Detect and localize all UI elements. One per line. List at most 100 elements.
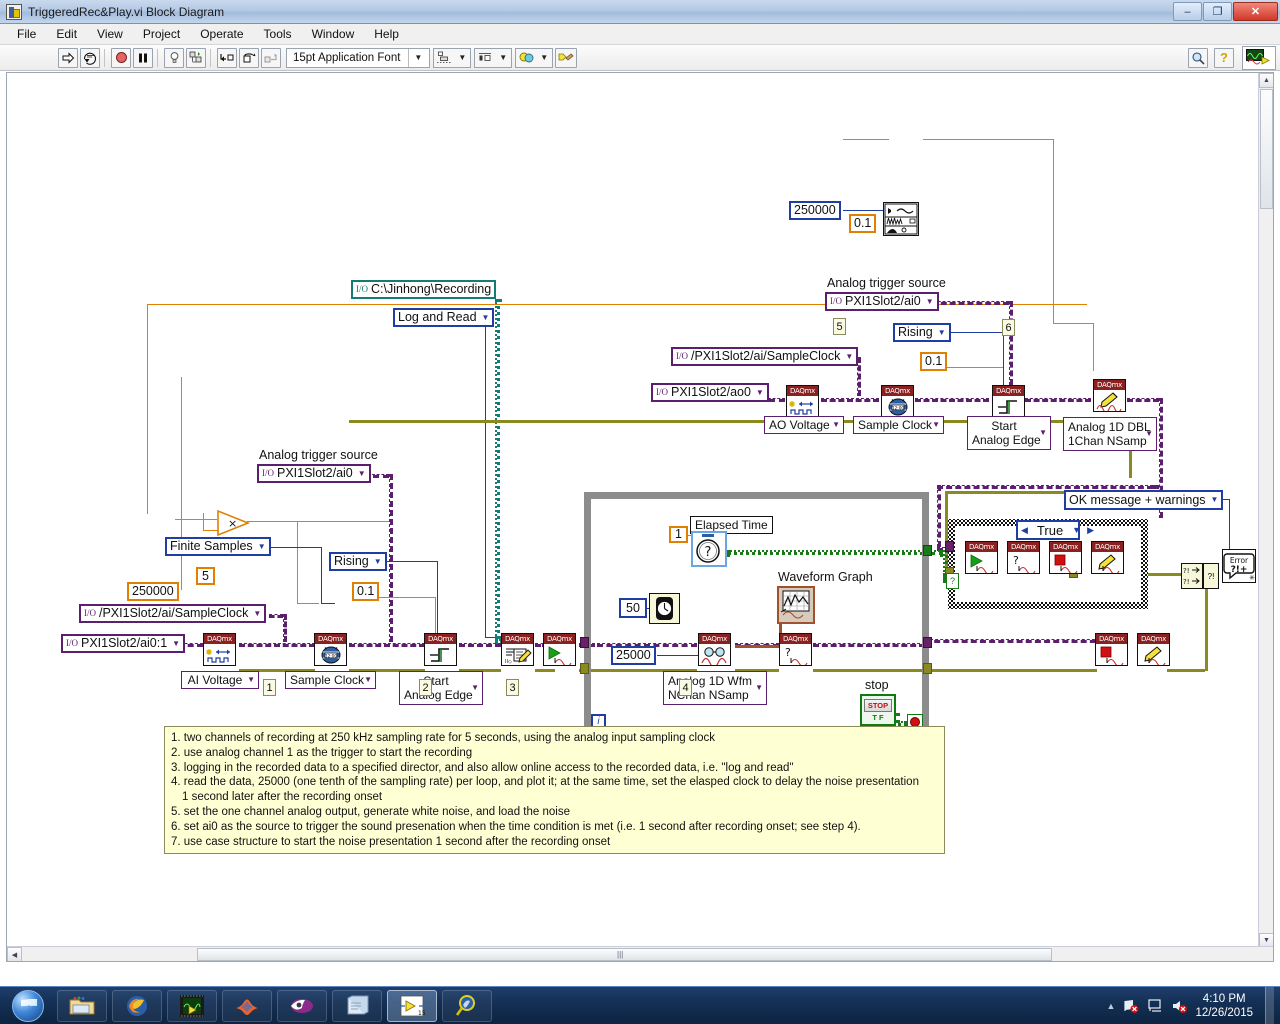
ao-voltage-label[interactable]: AO Voltage ▼ <box>764 416 844 434</box>
taskbar-item-matlab[interactable] <box>222 989 272 1022</box>
monitor-icon[interactable] <box>1147 998 1163 1014</box>
ai-start-trigger-label[interactable]: Start Analog Edge ▼ <box>399 671 483 705</box>
ai-trigger-level-constant[interactable]: 0.1 <box>352 582 380 601</box>
vi-snippet-icon[interactable] <box>1242 45 1276 70</box>
menu-file[interactable]: File <box>8 25 45 43</box>
waveform-graph-indicator[interactable] <box>777 586 815 624</box>
search-button[interactable] <box>1188 47 1208 68</box>
stop-boolean-terminal[interactable]: STOP T F <box>860 694 896 726</box>
pause-button[interactable] <box>133 47 153 68</box>
daqmx-stop-task-ao-case[interactable]: DAQmx <box>1049 541 1082 574</box>
font-selector[interactable]: 15pt Application Font ▼ <box>286 47 431 68</box>
run-continuously-button[interactable] <box>80 47 100 68</box>
step-over-button[interactable] <box>239 47 259 68</box>
ai-voltage-label[interactable]: AI Voltage ▼ <box>181 671 259 689</box>
network-icon[interactable] <box>1123 998 1139 1014</box>
taskbar-item-notepad[interactable] <box>332 989 382 1022</box>
chevron-down-icon[interactable]: ▼ <box>253 609 261 618</box>
chevron-down-icon[interactable]: ▼ <box>482 313 490 322</box>
daqmx-clear-task-ai[interactable]: DAQmx <box>1137 633 1170 666</box>
chevron-down-icon[interactable]: ▼ <box>926 297 934 306</box>
maximize-button[interactable]: ❐ <box>1203 2 1232 21</box>
menu-help[interactable]: Help <box>365 25 408 43</box>
chevron-down-icon[interactable]: ▼ <box>408 48 427 67</box>
chevron-down-icon[interactable]: ▼ <box>374 557 382 566</box>
ao-sample-clock-source-control[interactable]: I/O /PXI1Slot2/ai/SampleClock ▼ <box>671 347 859 366</box>
chevron-down-icon[interactable]: ▼ <box>755 681 763 695</box>
ai-sample-clock-label[interactable]: Sample Clock ▼ <box>285 671 376 689</box>
daqmx-write-ao[interactable]: DAQmx <box>1093 379 1126 412</box>
diagram-comment-box[interactable]: 1. two channels of recording at 250 kHz … <box>164 726 945 855</box>
chevron-down-icon[interactable]: ▼ <box>247 673 255 687</box>
case-next-arrow-icon[interactable]: ▶ <box>1084 525 1097 536</box>
taskbar-item-media-player[interactable] <box>277 989 327 1022</box>
daqmx-timing-ai[interactable]: DAQmx 12:00 <box>314 633 347 666</box>
daqmx-clear-task-ao-case[interactable]: DAQmx <box>1091 541 1124 574</box>
daqmx-configure-logging[interactable]: DAQmx II◇ <box>501 633 534 666</box>
highlight-execution-button[interactable] <box>164 47 184 68</box>
daqmx-trigger-ai[interactable]: DAQmx <box>424 633 457 666</box>
ao-write-type-label[interactable]: Analog 1D DBL 1Chan NSamp ▼ <box>1063 417 1157 451</box>
seconds-constant[interactable]: 5 <box>196 567 215 585</box>
sample-mode-control[interactable]: Finite Samples ▼ <box>165 537 271 556</box>
chevron-down-icon[interactable]: ▼ <box>471 681 479 695</box>
chevron-down-icon[interactable]: ▼ <box>845 352 853 361</box>
elapsed-time-vi[interactable]: ? <box>691 531 727 567</box>
error-dialog-type-control[interactable]: OK message + warnings ▼ <box>1064 490 1224 510</box>
menu-tools[interactable]: Tools <box>255 25 301 43</box>
align-objects-icon[interactable] <box>434 48 454 68</box>
loop-tunnel-error-left[interactable] <box>580 663 589 674</box>
merge-errors-function[interactable]: ?! ?! <box>1181 563 1203 589</box>
ai-trigger-slope-control[interactable]: Rising ▼ <box>329 552 387 571</box>
daqmx-start-task-ai[interactable]: DAQmx <box>543 633 576 666</box>
help-button[interactable]: ? <box>1214 47 1234 68</box>
step-out-button[interactable] <box>261 47 281 68</box>
ai-physical-channel-control[interactable]: I/O PXI1Slot2/ai0:1 ▼ <box>61 634 186 653</box>
loop-tunnel-elapsed-right[interactable] <box>923 545 932 556</box>
retain-wire-values-button[interactable] <box>186 47 206 68</box>
start-button[interactable] <box>4 989 52 1023</box>
case-prev-arrow-icon[interactable]: ◀ <box>1018 525 1031 536</box>
chevron-down-icon[interactable]: ▼ <box>172 639 180 648</box>
wait-ms-constant[interactable]: 50 <box>619 598 647 618</box>
case-selector-terminal[interactable]: ? <box>946 573 959 589</box>
ao-analog-trigger-source-control[interactable]: I/O PXI1Slot2/ai0 ▼ <box>825 292 939 311</box>
chevron-down-icon[interactable]: ▼ <box>756 388 764 397</box>
ao-physical-channel-control[interactable]: I/O PXI1Slot2/ao0 ▼ <box>651 383 769 402</box>
clean-up-diagram-button[interactable] <box>555 47 578 68</box>
chevron-down-icon[interactable]: ▼ <box>938 328 946 337</box>
vertical-scrollbar[interactable]: ▲ ▼ <box>1258 73 1273 948</box>
scroll-left-arrow-icon[interactable]: ◀ <box>7 947 22 961</box>
ao-start-trigger-label[interactable]: Start Analog Edge ▼ <box>967 416 1051 450</box>
multiply-function[interactable]: × <box>217 509 251 537</box>
ai-rate-constant[interactable]: 250000 <box>127 582 179 601</box>
daqmx-start-task-ao-case[interactable]: DAQmx <box>965 541 998 574</box>
taskbar-item-labview-vi[interactable]: 15 <box>387 989 437 1022</box>
ao-trigger-slope-control[interactable]: Rising ▼ <box>893 323 951 342</box>
taskbar-clock[interactable]: 4:10 PM 12/26/2015 <box>1195 992 1253 1020</box>
reorder-icon[interactable] <box>516 48 536 68</box>
chevron-down-icon[interactable]: ▼ <box>358 469 366 478</box>
ai-analog-trigger-source-control[interactable]: I/O PXI1Slot2/ai0 ▼ <box>257 464 371 483</box>
chevron-down-icon[interactable]: ▼ <box>932 418 940 432</box>
chevron-down-icon[interactable]: ▼ <box>1039 426 1047 440</box>
ao-amplitude-constant[interactable]: 0.1 <box>849 214 877 233</box>
taskbar-item-firefox[interactable] <box>112 989 162 1022</box>
daqmx-create-channel-ai[interactable]: DAQmx <box>203 633 236 666</box>
loop-tunnel-task-left[interactable] <box>580 637 589 648</box>
volume-muted-icon[interactable] <box>1171 998 1188 1014</box>
block-diagram-canvas[interactable]: 250000 0.1 I/O C:\Jinhong\Recording Log … <box>6 72 1274 962</box>
menu-operate[interactable]: Operate <box>191 25 252 43</box>
menu-view[interactable]: View <box>88 25 132 43</box>
logging-mode-control[interactable]: Log and Read ▼ <box>393 308 495 327</box>
tray-expand-icon[interactable]: ▲ <box>1107 1001 1116 1011</box>
menu-edit[interactable]: Edit <box>47 25 86 43</box>
chevron-down-icon[interactable]: ▼ <box>832 418 840 432</box>
daqmx-trigger-ao[interactable]: DAQmx <box>992 385 1025 418</box>
ao-sample-clock-label[interactable]: Sample Clock ▼ <box>853 416 944 434</box>
chevron-down-icon[interactable]: ▼ <box>1211 496 1219 504</box>
taskbar-item-search-tool[interactable] <box>442 989 492 1022</box>
samples-per-read-constant[interactable]: 25000 <box>611 646 656 665</box>
merge-errors-out[interactable]: ?! <box>1203 563 1219 589</box>
run-button[interactable] <box>58 47 78 68</box>
